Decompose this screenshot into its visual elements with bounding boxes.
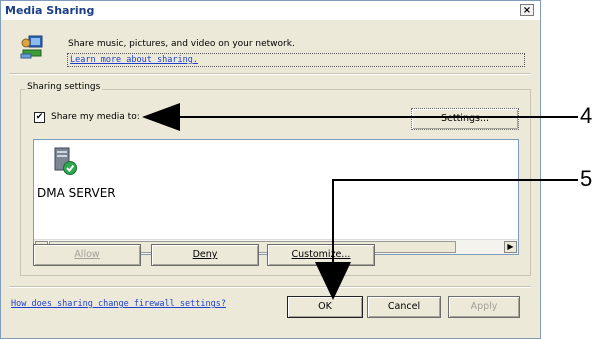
callout-label-4: 4 (580, 103, 593, 128)
callout-overlay (142, 103, 578, 300)
callout-line-5 (315, 179, 578, 300)
callout-label-5: 5 (580, 166, 593, 191)
callout-line-4 (142, 103, 578, 131)
